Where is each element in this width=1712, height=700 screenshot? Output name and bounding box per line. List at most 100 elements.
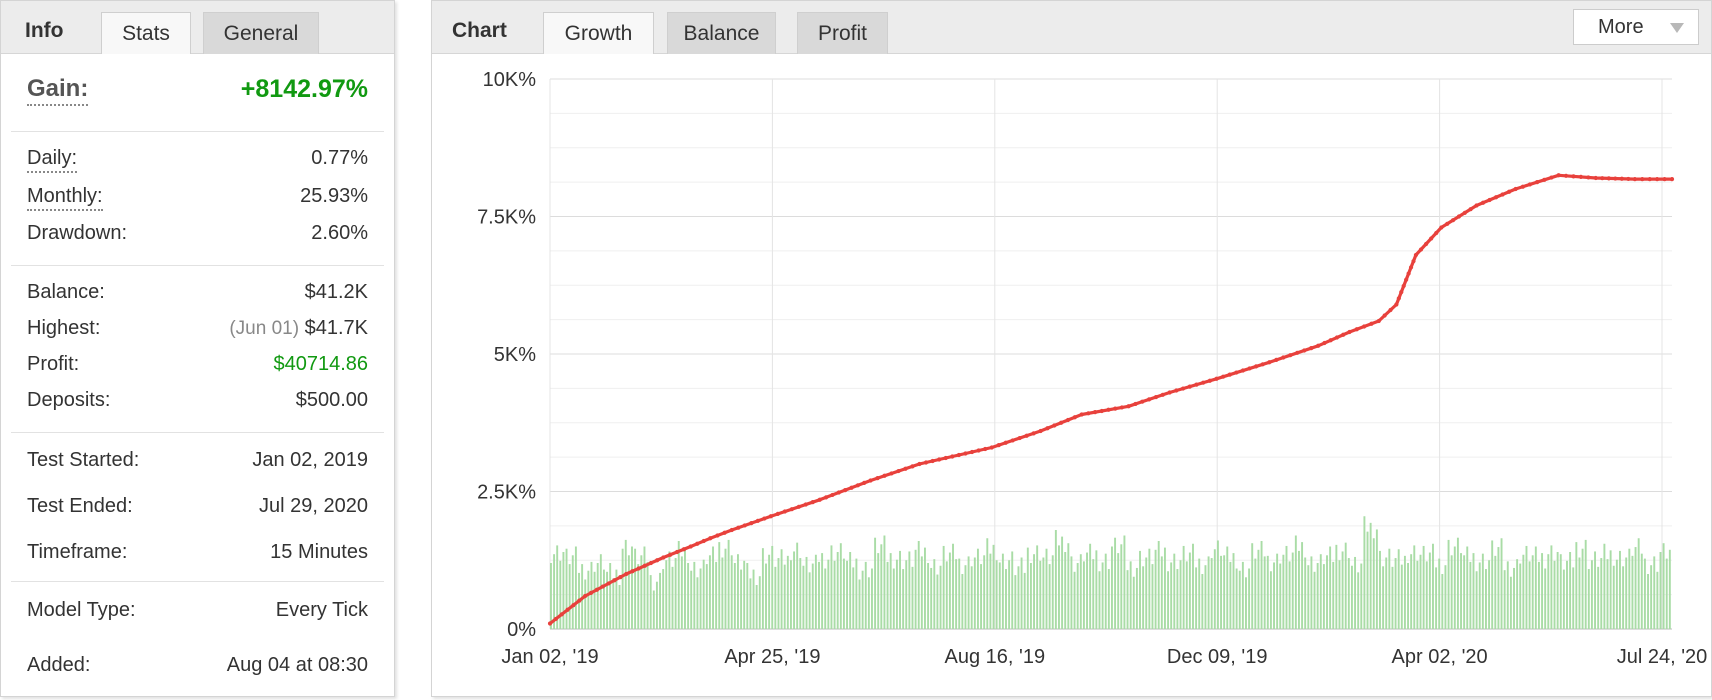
growth-point [1406, 271, 1411, 276]
activity-bar [1391, 566, 1394, 629]
growth-point [762, 516, 767, 521]
activity-bar [1092, 559, 1095, 629]
activity-bar [761, 548, 764, 629]
activity-bar [1566, 560, 1568, 629]
activity-bar [599, 554, 602, 629]
activity-bar [1061, 536, 1064, 629]
growth-point [1399, 290, 1404, 295]
growth-point [1038, 428, 1043, 434]
tab-profit[interactable]: Profit [797, 12, 888, 54]
growth-point [843, 488, 848, 493]
activity-bar [1516, 559, 1519, 629]
x-tick-label: Jan 02, '19 [501, 646, 598, 668]
activity-bar [733, 563, 736, 629]
activity-bar [1294, 535, 1297, 629]
activity-bar [1622, 566, 1625, 629]
activity-bar [624, 539, 627, 629]
info-tabbar: Info Stats General [1, 1, 394, 54]
activity-bar [687, 563, 690, 629]
activity-bar [1413, 545, 1416, 629]
tab-growth[interactable]: Growth [543, 12, 654, 54]
activity-bar [1329, 546, 1332, 629]
activity-bar [671, 566, 674, 629]
chart-tabbar: Chart Growth Balance Profit More [432, 1, 1711, 54]
growth-point [917, 461, 922, 467]
activity-bar [998, 562, 1001, 629]
activity-bar [1313, 571, 1316, 629]
more-button[interactable]: More [1573, 9, 1699, 45]
growth-point [1480, 200, 1486, 205]
activity-bar [705, 564, 708, 629]
activity-bar [1229, 561, 1232, 629]
activity-bar [1170, 562, 1173, 629]
growth-point [1520, 184, 1525, 189]
activity-bar [1304, 557, 1307, 629]
growth-point [896, 468, 901, 474]
activity-bar [1039, 560, 1042, 629]
growth-point [583, 593, 588, 599]
activity-bar [1407, 563, 1409, 629]
activity-bar [1316, 563, 1319, 629]
timeframe-row: Timeframe: 15 Minutes [27, 541, 368, 571]
highest-date: (Jun 01) [229, 318, 300, 339]
activity-bar [799, 558, 802, 629]
activity-bar [1045, 548, 1048, 629]
growth-point [1072, 415, 1077, 420]
growth-point [1632, 177, 1637, 182]
activity-bar [917, 541, 920, 629]
activity-bar [1254, 558, 1257, 629]
activity-bar [936, 574, 939, 629]
daily-label: Daily: [27, 147, 78, 173]
activity-bar [1637, 538, 1640, 629]
growth-point [903, 466, 908, 471]
growth-point [1086, 411, 1091, 416]
activity-bar [839, 543, 842, 629]
activity-bar [992, 544, 995, 629]
activity-bar [1419, 554, 1422, 629]
activity-bar [1379, 550, 1381, 629]
tab-stats[interactable]: Stats [101, 12, 191, 54]
growth-point [969, 449, 975, 455]
model-type-row: Model Type: Every Tick [27, 599, 368, 629]
growth-point [1267, 360, 1272, 365]
tab-info[interactable]: Info [25, 1, 63, 53]
growth-point [930, 458, 935, 464]
activity-bar [1428, 552, 1431, 629]
activity-bar [976, 548, 979, 629]
activity-bar [970, 566, 973, 629]
tab-balance[interactable]: Balance [667, 12, 776, 54]
activity-bar [1301, 542, 1304, 629]
activity-bar [774, 566, 777, 629]
growth-point [768, 514, 773, 519]
y-tick-label: 7.5K% [477, 207, 536, 229]
activity-bar [680, 556, 683, 629]
growth-point [830, 492, 835, 498]
growth-point [1493, 195, 1499, 200]
growth-point [1418, 247, 1424, 252]
growth-point [1309, 346, 1314, 351]
growth-point [882, 473, 887, 478]
activity-bar [1101, 562, 1104, 629]
activity-bar [1157, 541, 1160, 629]
activity-bar [1647, 574, 1649, 629]
growth-point [559, 612, 564, 617]
activity-bar [1048, 564, 1051, 629]
x-tick-label: Aug 16, '19 [945, 646, 1046, 668]
activity-bar [780, 549, 783, 629]
growth-point [1439, 225, 1444, 230]
activity-bar [649, 575, 652, 629]
growth-point [1227, 372, 1232, 377]
activity-bar [612, 578, 615, 629]
tab-general[interactable]: General [203, 12, 319, 54]
activity-bar [1662, 543, 1665, 629]
activity-bar [1559, 554, 1562, 629]
activity-bar [1142, 566, 1145, 629]
divider [11, 432, 384, 433]
growth-point [688, 544, 693, 549]
activity-bar [983, 555, 986, 629]
activity-bar [948, 552, 951, 629]
test-started-row: Test Started: Jan 02, 2019 [27, 449, 368, 479]
growth-point [612, 578, 617, 583]
gain-value: +8142.97% [240, 75, 368, 103]
activity-bar [1319, 554, 1322, 629]
